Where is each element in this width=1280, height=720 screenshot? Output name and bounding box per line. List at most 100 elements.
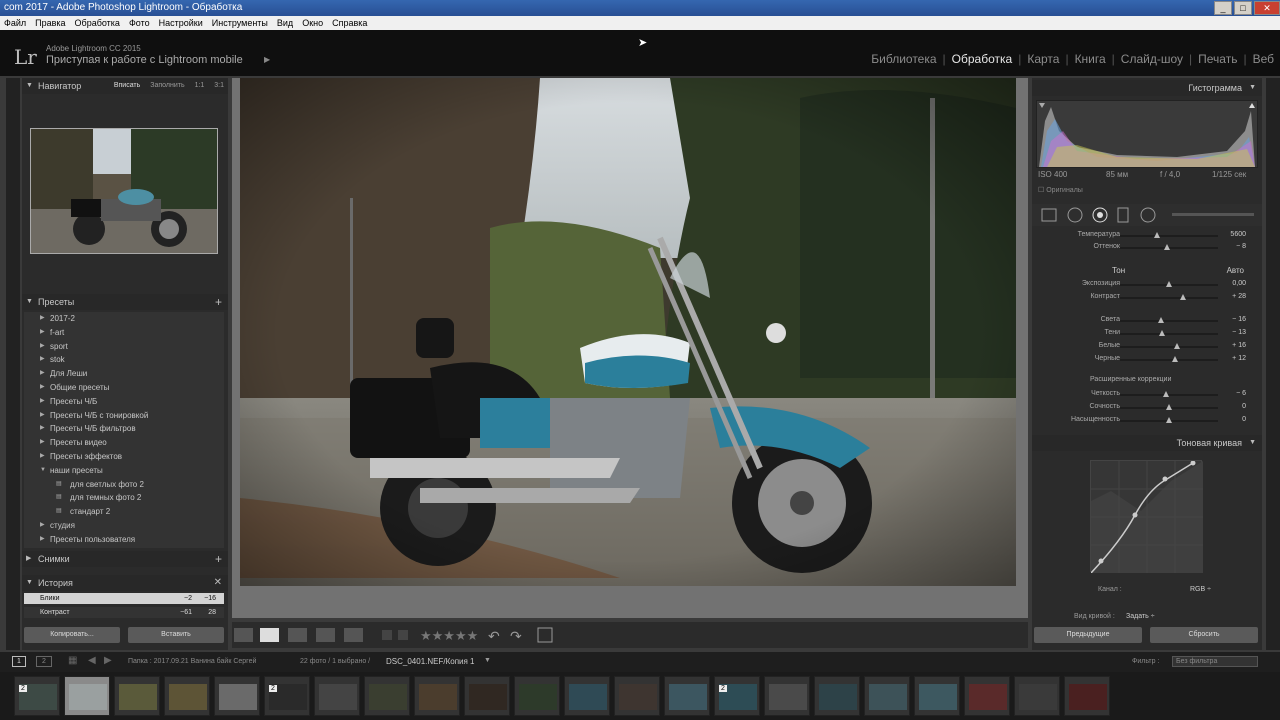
- originals-checkbox[interactable]: ☐ Оригиналы: [1038, 186, 1083, 194]
- filmstrip-thumbnail[interactable]: [164, 676, 210, 716]
- collapse-triangle-icon[interactable]: ▼: [1249, 435, 1256, 451]
- histogram-header[interactable]: Гистограмма ▼: [1032, 80, 1262, 96]
- filename-dropdown-icon[interactable]: ▼: [484, 657, 491, 664]
- filmstrip-thumbnail[interactable]: [414, 676, 460, 716]
- slider-value[interactable]: − 8: [1236, 243, 1246, 250]
- navigator-preview[interactable]: [30, 128, 218, 254]
- channel-select[interactable]: RGB ÷: [1190, 586, 1211, 593]
- preset-folder[interactable]: ▶ f-art: [24, 326, 224, 340]
- preset-folder[interactable]: ▶ Пресеты Ч/Б: [24, 395, 224, 409]
- slider-value[interactable]: + 12: [1232, 355, 1246, 362]
- filmstrip-thumbnail[interactable]: [864, 676, 910, 716]
- grid-icon[interactable]: ▦: [68, 655, 77, 666]
- play-arrow-icon[interactable]: ▶: [264, 55, 270, 64]
- preset-folder[interactable]: ▶ Общие пресеты: [24, 381, 224, 395]
- filmstrip-thumbnail[interactable]: 2: [264, 676, 310, 716]
- slider-value[interactable]: 0: [1242, 416, 1246, 423]
- minimize-button[interactable]: _: [1214, 1, 1232, 15]
- preset-folder[interactable]: ▶ Пресеты Ч/Б фильтров: [24, 422, 224, 436]
- slider-value[interactable]: − 6: [1236, 390, 1246, 397]
- slider-row[interactable]: Оттенок − 8: [1032, 242, 1262, 254]
- loupe-view-icon[interactable]: [260, 628, 279, 642]
- filmstrip-thumbnail[interactable]: [664, 676, 710, 716]
- collapse-triangle-icon[interactable]: ▼: [26, 575, 33, 591]
- menu-settings[interactable]: Настройки: [159, 16, 203, 30]
- zoom-1-1[interactable]: 1:1: [195, 82, 205, 89]
- curve-type-select[interactable]: Задать ÷: [1126, 613, 1155, 620]
- snapshots-header[interactable]: ▶ Снимки +: [22, 551, 228, 567]
- filmstrip-thumbnail[interactable]: [564, 676, 610, 716]
- preset-folder[interactable]: ▶ Для Леши: [24, 367, 224, 381]
- module-map[interactable]: Карта: [1027, 52, 1059, 66]
- slider-row[interactable]: Температура 5600: [1032, 230, 1262, 242]
- module-library[interactable]: Библиотека: [871, 52, 936, 66]
- slider-value[interactable]: − 13: [1232, 329, 1246, 336]
- slider-knob[interactable]: [1164, 244, 1171, 250]
- filmstrip-thumbnail[interactable]: [1064, 676, 1110, 716]
- zoom-3-1[interactable]: 3:1: [214, 82, 224, 89]
- folder-path[interactable]: Папка : 2017.09.21 Ванина байк Сергей: [128, 658, 256, 665]
- paste-button[interactable]: Вставить: [128, 627, 224, 643]
- slider-value[interactable]: 0: [1242, 403, 1246, 410]
- filmstrip-thumbnail[interactable]: [914, 676, 960, 716]
- filmstrip-thumbnail[interactable]: [964, 676, 1010, 716]
- menu-edit[interactable]: Правка: [35, 16, 65, 30]
- slider-track[interactable]: [1120, 333, 1218, 335]
- slider-knob[interactable]: [1166, 417, 1172, 423]
- maximize-button[interactable]: □: [1234, 1, 1252, 15]
- filmstrip-thumbnail[interactable]: [464, 676, 510, 716]
- star-rating-icon[interactable]: ★★★★★: [420, 629, 478, 644]
- filmstrip-thumbnail[interactable]: [614, 676, 660, 716]
- main-photo[interactable]: [240, 78, 1016, 586]
- slider-row[interactable]: Насыщенность 0: [1032, 415, 1262, 427]
- preset-folder[interactable]: ▶ 2017-2: [24, 312, 224, 326]
- filter-select[interactable]: Без фильтра: [1172, 656, 1258, 667]
- slider-knob[interactable]: [1179, 294, 1186, 300]
- filmstrip-thumbnail[interactable]: [764, 676, 810, 716]
- histogram[interactable]: [1036, 100, 1258, 168]
- previous-button[interactable]: Предыдущие: [1034, 627, 1142, 643]
- graduated-filter-icon[interactable]: [1117, 207, 1129, 223]
- collapse-triangle-icon[interactable]: ▼: [26, 294, 33, 310]
- slider-row[interactable]: Экспозиция 0,00: [1032, 279, 1262, 291]
- slider-value[interactable]: 5600: [1230, 231, 1246, 238]
- slider-row[interactable]: Черные + 12: [1032, 354, 1262, 366]
- slider-knob[interactable]: [1158, 317, 1165, 323]
- slider-knob[interactable]: [1171, 356, 1178, 362]
- preset-item[interactable]: ▤ стандарт 2: [24, 505, 224, 519]
- spot-removal-icon[interactable]: [1067, 207, 1083, 223]
- slider-knob[interactable]: [1166, 281, 1172, 287]
- preset-folder[interactable]: ▶ Пресеты пользователя: [24, 533, 224, 547]
- close-button[interactable]: ✕: [1254, 1, 1280, 15]
- people-view-icon[interactable]: [344, 628, 363, 642]
- slider-track[interactable]: [1120, 297, 1218, 299]
- filmstrip-thumbnail[interactable]: [214, 676, 260, 716]
- tonecurve-header[interactable]: Тоновая кривая ▼: [1032, 435, 1262, 451]
- filmstrip-thumbnail[interactable]: [64, 676, 110, 716]
- module-print[interactable]: Печать: [1198, 52, 1237, 66]
- filmstrip-thumbnail[interactable]: 2: [14, 676, 60, 716]
- slider-row[interactable]: Четкость − 6: [1032, 389, 1262, 401]
- reset-button[interactable]: Сбросить: [1150, 627, 1258, 643]
- menu-tools[interactable]: Инструменты: [212, 16, 268, 30]
- filmstrip-thumbnail[interactable]: [114, 676, 160, 716]
- slider-knob[interactable]: [1163, 391, 1170, 397]
- slider-row[interactable]: Света − 16: [1032, 315, 1262, 327]
- slider-track[interactable]: [1120, 320, 1218, 322]
- main-window-button[interactable]: 1: [12, 656, 26, 667]
- brush-slider[interactable]: [1172, 213, 1254, 216]
- preset-item[interactable]: ▤ для светлых фото 2: [24, 478, 224, 492]
- slider-value[interactable]: + 16: [1232, 342, 1246, 349]
- preset-folder[interactable]: ▶ Пресеты Ч/Б с тонировкой: [24, 409, 224, 423]
- second-window-button[interactable]: 2: [36, 656, 52, 667]
- rotate-right-icon[interactable]: ↷: [510, 629, 522, 645]
- collapse-triangle-icon[interactable]: ▼: [1249, 80, 1256, 96]
- slider-row[interactable]: Белые + 16: [1032, 341, 1262, 353]
- menu-window[interactable]: Окно: [302, 16, 323, 30]
- menu-develop[interactable]: Обработка: [75, 16, 120, 30]
- preset-folder[interactable]: ▶ студия: [24, 519, 224, 533]
- menu-help[interactable]: Справка: [332, 16, 367, 30]
- preset-folder[interactable]: ▶ Пресеты видео: [24, 436, 224, 450]
- back-arrow-icon[interactable]: ◀: [88, 655, 96, 666]
- slider-value[interactable]: + 28: [1232, 293, 1246, 300]
